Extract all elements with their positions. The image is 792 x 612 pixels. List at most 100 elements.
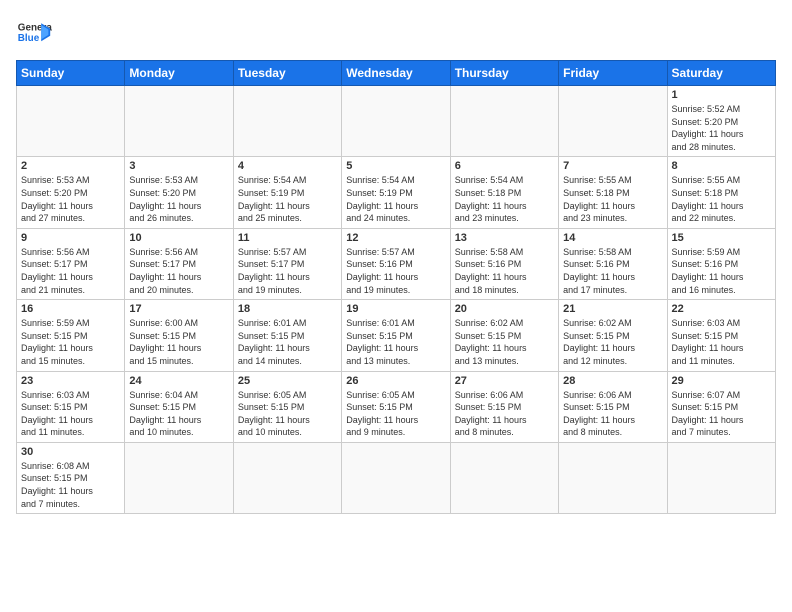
day-number: 22 [672, 303, 771, 315]
calendar-cell [233, 86, 341, 157]
weekday-header-wednesday: Wednesday [342, 61, 450, 86]
day-number: 11 [238, 232, 337, 244]
calendar-cell [233, 442, 341, 513]
calendar-cell: 23 Sunrise: 6:03 AM Sunset: 5:15 PM Dayli… [17, 371, 125, 442]
day-number: 5 [346, 160, 445, 172]
day-info: Sunrise: 5:54 AM Sunset: 5:18 PM Dayligh… [455, 174, 554, 224]
calendar-cell: 16Sunrise: 5:59 AM Sunset: 5:15 PM Dayli… [17, 300, 125, 371]
day-info: Sunrise: 6:06 AM Sunset: 5:15 PM Dayligh… [455, 389, 554, 439]
weekday-header-thursday: Thursday [450, 61, 558, 86]
day-number: 4 [238, 160, 337, 172]
day-number: 26 [346, 375, 445, 387]
day-number: 8 [672, 160, 771, 172]
calendar-cell: 28 Sunrise: 6:06 AM Sunset: 5:15 PM Dayli… [559, 371, 667, 442]
day-number: 27 [455, 375, 554, 387]
calendar-cell: 9 Sunrise: 5:56 AM Sunset: 5:17 PM Daylig… [17, 228, 125, 299]
day-number: 15 [672, 232, 771, 244]
day-number: 14 [563, 232, 662, 244]
day-info: Sunrise: 5:58 AM Sunset: 5:16 PM Dayligh… [563, 246, 662, 296]
day-info: Sunrise: 6:08 AM Sunset: 5:15 PM Dayligh… [21, 460, 120, 510]
calendar-cell: 12Sunrise: 5:57 AM Sunset: 5:16 PM Dayli… [342, 228, 450, 299]
day-info: Sunrise: 5:57 AM Sunset: 5:17 PM Dayligh… [238, 246, 337, 296]
calendar-cell: 5 Sunrise: 5:54 AM Sunset: 5:19 PM Daylig… [342, 157, 450, 228]
weekday-header-monday: Monday [125, 61, 233, 86]
day-number: 18 [238, 303, 337, 315]
day-info: Sunrise: 6:02 AM Sunset: 5:15 PM Dayligh… [563, 317, 662, 367]
day-info: Sunrise: 6:05 AM Sunset: 5:15 PM Dayligh… [238, 389, 337, 439]
calendar-cell: 22 Sunrise: 6:03 AM Sunset: 5:15 PM Dayli… [667, 300, 775, 371]
day-info: Sunrise: 5:52 AM Sunset: 5:20 PM Dayligh… [672, 103, 771, 153]
calendar-cell: 20 Sunrise: 6:02 AM Sunset: 5:15 PM Dayli… [450, 300, 558, 371]
day-info: Sunrise: 5:56 AM Sunset: 5:17 PM Dayligh… [129, 246, 228, 296]
day-info: Sunrise: 6:04 AM Sunset: 5:15 PM Dayligh… [129, 389, 228, 439]
day-number: 25 [238, 375, 337, 387]
calendar-cell [125, 86, 233, 157]
calendar-cell [342, 86, 450, 157]
day-info: Sunrise: 6:03 AM Sunset: 5:15 PM Dayligh… [21, 389, 120, 439]
day-number: 29 [672, 375, 771, 387]
calendar-cell: 1 Sunrise: 5:52 AM Sunset: 5:20 PM Daylig… [667, 86, 775, 157]
day-info: Sunrise: 5:57 AM Sunset: 5:16 PM Dayligh… [346, 246, 445, 296]
calendar-cell: 25 Sunrise: 6:05 AM Sunset: 5:15 PM Dayli… [233, 371, 341, 442]
calendar-cell: 19 Sunrise: 6:01 AM Sunset: 5:15 PM Dayli… [342, 300, 450, 371]
day-info: Sunrise: 5:55 AM Sunset: 5:18 PM Dayligh… [672, 174, 771, 224]
calendar-cell [125, 442, 233, 513]
day-number: 3 [129, 160, 228, 172]
day-number: 19 [346, 303, 445, 315]
day-number: 6 [455, 160, 554, 172]
day-number: 9 [21, 232, 120, 244]
calendar-cell [17, 86, 125, 157]
calendar-week-row: 2Sunrise: 5:53 AM Sunset: 5:20 PM Daylig… [17, 157, 776, 228]
day-number: 23 [21, 375, 120, 387]
calendar-week-row: 23 Sunrise: 6:03 AM Sunset: 5:15 PM Dayli… [17, 371, 776, 442]
weekday-header-sunday: Sunday [17, 61, 125, 86]
day-number: 2 [21, 160, 120, 172]
day-info: Sunrise: 6:03 AM Sunset: 5:15 PM Dayligh… [672, 317, 771, 367]
calendar-cell: 30 Sunrise: 6:08 AM Sunset: 5:15 PM Dayli… [17, 442, 125, 513]
day-number: 20 [455, 303, 554, 315]
calendar-cell [450, 442, 558, 513]
calendar-week-row: 16Sunrise: 5:59 AM Sunset: 5:15 PM Dayli… [17, 300, 776, 371]
day-info: Sunrise: 6:01 AM Sunset: 5:15 PM Dayligh… [238, 317, 337, 367]
calendar-cell: 11 Sunrise: 5:57 AM Sunset: 5:17 PM Dayli… [233, 228, 341, 299]
calendar-cell [559, 442, 667, 513]
calendar-cell [342, 442, 450, 513]
calendar-cell: 7 Sunrise: 5:55 AM Sunset: 5:18 PM Daylig… [559, 157, 667, 228]
day-info: Sunrise: 5:55 AM Sunset: 5:18 PM Dayligh… [563, 174, 662, 224]
calendar-cell [667, 442, 775, 513]
calendar-cell: 10 Sunrise: 5:56 AM Sunset: 5:17 PM Dayli… [125, 228, 233, 299]
calendar-cell: 18 Sunrise: 6:01 AM Sunset: 5:15 PM Dayli… [233, 300, 341, 371]
page-header: General Blue [16, 16, 776, 52]
svg-text:Blue: Blue [18, 33, 40, 44]
day-info: Sunrise: 6:06 AM Sunset: 5:15 PM Dayligh… [563, 389, 662, 439]
day-number: 28 [563, 375, 662, 387]
day-info: Sunrise: 5:54 AM Sunset: 5:19 PM Dayligh… [238, 174, 337, 224]
calendar-cell: 14 Sunrise: 5:58 AM Sunset: 5:16 PM Dayli… [559, 228, 667, 299]
calendar-cell: 2Sunrise: 5:53 AM Sunset: 5:20 PM Daylig… [17, 157, 125, 228]
day-info: Sunrise: 5:56 AM Sunset: 5:17 PM Dayligh… [21, 246, 120, 296]
calendar-cell: 21Sunrise: 6:02 AM Sunset: 5:15 PM Dayli… [559, 300, 667, 371]
day-info: Sunrise: 6:05 AM Sunset: 5:15 PM Dayligh… [346, 389, 445, 439]
calendar-cell: 29Sunrise: 6:07 AM Sunset: 5:15 PM Dayli… [667, 371, 775, 442]
calendar-cell: 6 Sunrise: 5:54 AM Sunset: 5:18 PM Daylig… [450, 157, 558, 228]
day-info: Sunrise: 6:01 AM Sunset: 5:15 PM Dayligh… [346, 317, 445, 367]
day-info: Sunrise: 5:59 AM Sunset: 5:15 PM Dayligh… [21, 317, 120, 367]
calendar-cell: 8 Sunrise: 5:55 AM Sunset: 5:18 PM Daylig… [667, 157, 775, 228]
day-number: 30 [21, 446, 120, 458]
weekday-header-tuesday: Tuesday [233, 61, 341, 86]
calendar-cell [450, 86, 558, 157]
day-number: 13 [455, 232, 554, 244]
calendar-cell: 24Sunrise: 6:04 AM Sunset: 5:15 PM Dayli… [125, 371, 233, 442]
calendar-cell: 17Sunrise: 6:00 AM Sunset: 5:15 PM Dayli… [125, 300, 233, 371]
logo: General Blue [16, 16, 52, 52]
day-number: 10 [129, 232, 228, 244]
calendar-cell: 4 Sunrise: 5:54 AM Sunset: 5:19 PM Daylig… [233, 157, 341, 228]
weekday-header-row: SundayMondayTuesdayWednesdayThursdayFrid… [17, 61, 776, 86]
calendar-cell: 3Sunrise: 5:53 AM Sunset: 5:20 PM Daylig… [125, 157, 233, 228]
day-number: 1 [672, 89, 771, 101]
day-info: Sunrise: 5:54 AM Sunset: 5:19 PM Dayligh… [346, 174, 445, 224]
day-info: Sunrise: 5:58 AM Sunset: 5:16 PM Dayligh… [455, 246, 554, 296]
day-number: 7 [563, 160, 662, 172]
calendar-cell: 26 Sunrise: 6:05 AM Sunset: 5:15 PM Dayli… [342, 371, 450, 442]
day-info: Sunrise: 6:02 AM Sunset: 5:15 PM Dayligh… [455, 317, 554, 367]
